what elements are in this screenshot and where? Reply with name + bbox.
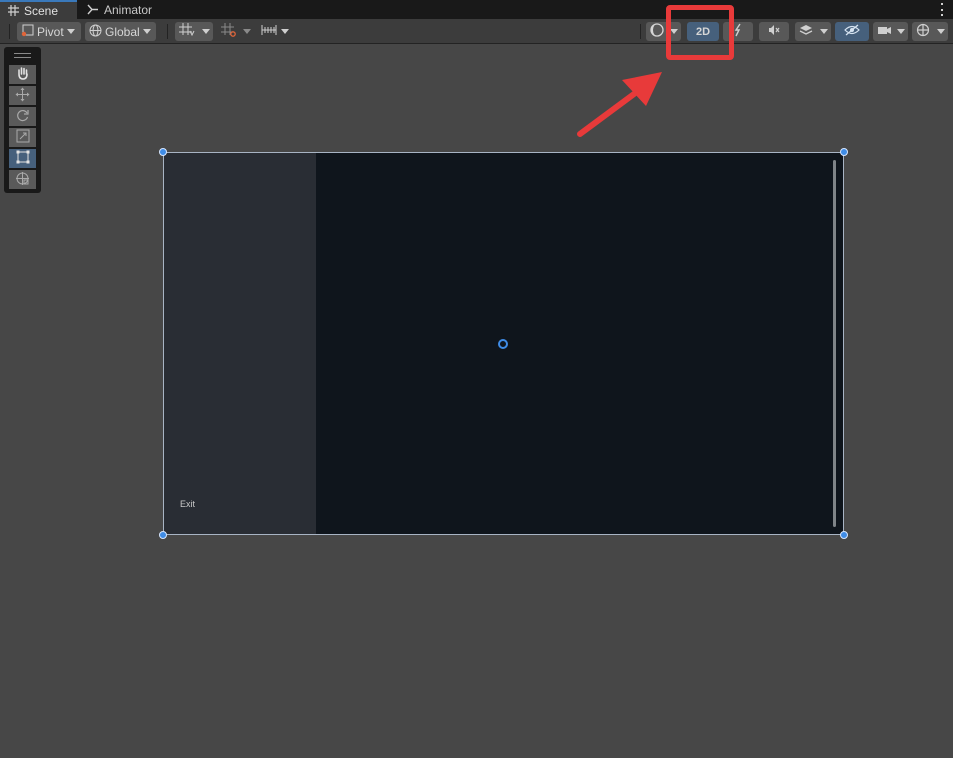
chevron-down-icon — [897, 29, 905, 34]
move-arrows-icon — [15, 87, 30, 105]
transform-combo-icon — [15, 171, 30, 189]
rect-handle-top-left[interactable] — [159, 148, 167, 156]
chevron-down-icon — [202, 29, 210, 34]
exit-button-label[interactable]: Exit — [180, 499, 195, 509]
move-tool-button[interactable] — [9, 86, 36, 105]
gizmos-button[interactable] — [912, 22, 934, 41]
side-panel: Exit — [164, 153, 316, 534]
rect-tool-button[interactable] — [9, 149, 36, 168]
gizmo-globe-icon — [916, 23, 930, 40]
chevron-down-icon — [66, 29, 75, 34]
rect-handle-top-right[interactable] — [840, 148, 848, 156]
chevron-down-icon — [937, 29, 945, 34]
snap-increment-icon — [221, 23, 237, 40]
pivot-handle[interactable] — [498, 339, 508, 349]
scale-tool-button[interactable] — [9, 128, 36, 147]
rect-handle-bottom-right[interactable] — [840, 531, 848, 539]
more-options-icon[interactable] — [940, 3, 944, 16]
chevron-down-icon — [281, 29, 289, 34]
globe-icon — [89, 24, 102, 40]
tab-animator-label: Animator — [104, 2, 153, 17]
chevron-down-icon — [820, 29, 828, 34]
rect-transform-icon — [16, 150, 30, 167]
grid-visibility-dropdown[interactable] — [199, 22, 213, 41]
annotation-arrow — [577, 72, 662, 137]
audio-toggle[interactable] — [759, 22, 789, 41]
scene-toolbar: Pivot Global 2D — [0, 19, 953, 44]
chevron-down-icon — [142, 29, 151, 34]
transform-tool-button[interactable] — [9, 170, 36, 189]
camera-button[interactable] — [873, 22, 895, 41]
palette-drag-handle[interactable] — [14, 53, 31, 58]
scale-icon — [16, 129, 30, 146]
eye-slash-icon — [844, 24, 860, 39]
toolbar-divider — [9, 24, 10, 39]
camera-dropdown[interactable] — [894, 22, 908, 41]
global-dropdown[interactable]: Global — [85, 22, 156, 41]
tool-palette — [4, 47, 41, 193]
ruler-dropdown[interactable] — [278, 22, 292, 41]
pivot-label: Pivot — [37, 24, 64, 39]
shading-mode-button[interactable] — [646, 22, 668, 41]
grid-icon — [8, 5, 19, 16]
effects-dropdown[interactable] — [817, 22, 831, 41]
rotate-icon — [16, 108, 30, 125]
pivot-dropdown[interactable]: Pivot — [17, 22, 81, 41]
tab-bar: Scene Animator — [0, 0, 953, 19]
animator-icon — [87, 4, 99, 15]
increment-snap-button[interactable] — [217, 22, 241, 41]
increment-snap-dropdown[interactable] — [240, 22, 254, 41]
tab-animator[interactable]: Animator — [79, 0, 169, 19]
gizmos-dropdown[interactable] — [934, 22, 948, 41]
shading-sphere-icon — [650, 23, 664, 40]
toolbar-divider — [640, 24, 641, 39]
hand-icon — [16, 66, 30, 83]
highlight-annotation — [666, 5, 734, 60]
vertical-scrollbar[interactable] — [833, 160, 836, 527]
camera-icon — [877, 25, 892, 39]
grid-visibility-button[interactable] — [175, 22, 199, 41]
global-label: Global — [105, 24, 140, 39]
rotate-tool-button[interactable] — [9, 107, 36, 126]
effects-button[interactable] — [795, 22, 817, 41]
pivot-icon — [21, 24, 34, 40]
hand-tool-button[interactable] — [9, 65, 36, 84]
rect-handle-bottom-left[interactable] — [159, 531, 167, 539]
effects-layers-icon — [799, 23, 814, 40]
tab-scene[interactable]: Scene — [0, 0, 77, 19]
chevron-down-icon — [243, 29, 251, 34]
toolbar-divider — [167, 24, 168, 39]
audio-mute-icon — [767, 23, 781, 40]
ruler-icon — [261, 24, 277, 39]
tab-scene-label: Scene — [24, 3, 59, 18]
hidden-objects-toggle[interactable] — [835, 22, 869, 41]
grid-snap-icon — [179, 23, 195, 40]
